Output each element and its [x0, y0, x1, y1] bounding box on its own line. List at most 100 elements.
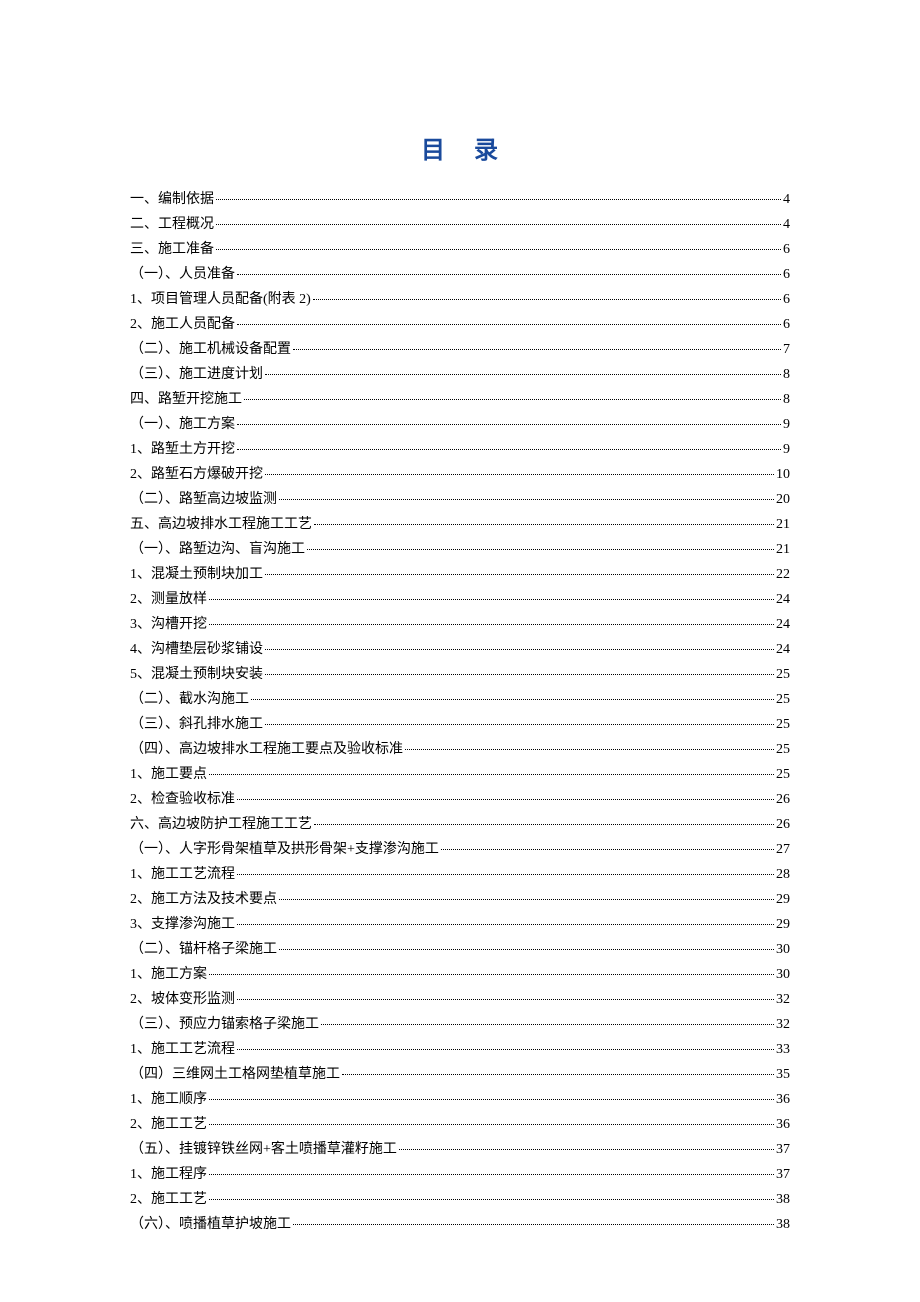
toc-entry-text: （一）、人字形骨架植草及拱形骨架+支撑渗沟施工 — [130, 843, 439, 857]
toc-leader-dots — [237, 274, 781, 275]
toc-leader-dots — [293, 349, 781, 350]
toc-entry: 1、施工顺序 36 — [130, 1093, 790, 1107]
toc-entry: 一、编制依据4 — [130, 193, 790, 207]
toc-leader-dots — [321, 1024, 774, 1025]
toc-entry-page: 36 — [776, 1093, 790, 1107]
toc-leader-dots — [279, 899, 774, 900]
toc-leader-dots — [314, 524, 774, 525]
toc-entry: （一）、施工方案 9 — [130, 418, 790, 432]
table-of-contents: 一、编制依据4二、工程概况4三、施工准备6（一）、人员准备61、项目管理人员配备… — [130, 193, 790, 1232]
toc-leader-dots — [279, 499, 774, 500]
toc-entry-text: 1、施工方案 — [130, 968, 207, 982]
toc-leader-dots — [216, 249, 781, 250]
toc-entry: （三）、斜孔排水施工25 — [130, 718, 790, 732]
toc-leader-dots — [216, 199, 781, 200]
toc-entry-text: （二）、路堑高边坡监测 — [130, 493, 277, 507]
toc-entry-page: 4 — [783, 193, 790, 207]
toc-entry-page: 33 — [776, 1043, 790, 1057]
toc-entry-page: 24 — [776, 593, 790, 607]
toc-entry-text: 3、沟槽开挖 — [130, 618, 207, 632]
toc-entry-text: 2、施工方法及技术要点 — [130, 893, 277, 907]
toc-leader-dots — [251, 699, 774, 700]
toc-entry-page: 28 — [776, 868, 790, 882]
toc-entry: 二、工程概况4 — [130, 218, 790, 232]
toc-entry-text: （二）、截水沟施工 — [130, 693, 249, 707]
toc-entry-page: 25 — [776, 743, 790, 757]
toc-entry-text: 2、坡体变形监测 — [130, 993, 235, 1007]
toc-leader-dots — [279, 949, 774, 950]
toc-entry-page: 9 — [783, 418, 790, 432]
toc-entry-text: 1、施工顺序 — [130, 1093, 207, 1107]
toc-entry-page: 30 — [776, 943, 790, 957]
toc-entry: （二）、锚杆格子梁施工 30 — [130, 943, 790, 957]
toc-entry-text: 1、混凝土预制块加工 — [130, 568, 263, 582]
toc-entry: （一）、人字形骨架植草及拱形骨架+支撑渗沟施工27 — [130, 843, 790, 857]
toc-entry-text: 2、施工工艺 — [130, 1118, 207, 1132]
toc-entry-page: 22 — [776, 568, 790, 582]
toc-entry-text: （三）、施工进度计划 — [130, 368, 263, 382]
toc-leader-dots — [265, 674, 774, 675]
toc-leader-dots — [209, 599, 774, 600]
toc-entry-text: （五）、挂镀锌铁丝网+客土喷播草灌籽施工 — [130, 1143, 397, 1157]
toc-entry: 2、施工人员配备6 — [130, 318, 790, 332]
toc-leader-dots — [237, 449, 781, 450]
toc-entry-page: 37 — [776, 1168, 790, 1182]
toc-entry: 2、坡体变形监测 32 — [130, 993, 790, 1007]
toc-entry-text: 三、施工准备 — [130, 243, 214, 257]
toc-entry-page: 29 — [776, 893, 790, 907]
toc-leader-dots — [237, 874, 774, 875]
toc-entry-text: （一）、人员准备 — [130, 268, 235, 282]
toc-entry-page: 10 — [776, 468, 790, 482]
toc-entry: 2、施工方法及技术要点 29 — [130, 893, 790, 907]
toc-entry-page: 36 — [776, 1118, 790, 1132]
toc-entry: 1、混凝土预制块加工 22 — [130, 568, 790, 582]
toc-entry-page: 21 — [776, 518, 790, 532]
toc-entry-page: 32 — [776, 993, 790, 1007]
toc-leader-dots — [209, 624, 774, 625]
toc-leader-dots — [237, 999, 774, 1000]
toc-entry-text: 1、项目管理人员配备(附表 2) — [130, 293, 311, 307]
toc-entry-text: （二）、锚杆格子梁施工 — [130, 943, 277, 957]
toc-entry-text: 1、路堑土方开挖 — [130, 443, 235, 457]
toc-entry-text: （六）、喷播植草护坡施工 — [130, 1218, 291, 1232]
toc-leader-dots — [265, 374, 781, 375]
toc-leader-dots — [399, 1149, 774, 1150]
toc-entry-page: 6 — [783, 293, 790, 307]
toc-entry: 1、施工工艺流程28 — [130, 868, 790, 882]
toc-leader-dots — [405, 749, 774, 750]
toc-entry-page: 6 — [783, 243, 790, 257]
toc-leader-dots — [293, 1224, 774, 1225]
toc-entry-text: 1、施工工艺流程 — [130, 1043, 235, 1057]
toc-entry-text: （一）、施工方案 — [130, 418, 235, 432]
toc-leader-dots — [314, 824, 774, 825]
toc-entry: （二）、施工机械设备配置7 — [130, 343, 790, 357]
toc-entry-text: 2、测量放样 — [130, 593, 207, 607]
toc-entry: （六）、喷播植草护坡施工38 — [130, 1218, 790, 1232]
toc-entry: （二）、截水沟施工 25 — [130, 693, 790, 707]
toc-entry-page: 32 — [776, 1018, 790, 1032]
toc-entry-page: 26 — [776, 818, 790, 832]
toc-entry: 1、施工程序 37 — [130, 1168, 790, 1182]
toc-leader-dots — [237, 424, 781, 425]
toc-title: 目录 — [130, 130, 790, 165]
toc-entry-text: （二）、施工机械设备配置 — [130, 343, 291, 357]
toc-entry-page: 25 — [776, 693, 790, 707]
toc-leader-dots — [209, 1174, 774, 1175]
toc-entry: （二）、路堑高边坡监测 20 — [130, 493, 790, 507]
toc-entry-text: 5、混凝土预制块安装 — [130, 668, 263, 682]
toc-entry: 1、施工工艺流程 33 — [130, 1043, 790, 1057]
toc-entry: 2、检查验收标准26 — [130, 793, 790, 807]
title-right: 录 — [474, 138, 499, 164]
toc-entry: （三）、预应力锚索格子梁施工32 — [130, 1018, 790, 1032]
toc-entry: 2、施工工艺 36 — [130, 1118, 790, 1132]
toc-leader-dots — [265, 574, 774, 575]
toc-entry: 1、施工要点25 — [130, 768, 790, 782]
toc-leader-dots — [265, 724, 774, 725]
toc-entry: （一）、人员准备6 — [130, 268, 790, 282]
toc-entry: 3、沟槽开挖24 — [130, 618, 790, 632]
toc-entry: 2、测量放样 24 — [130, 593, 790, 607]
toc-entry-text: 1、施工程序 — [130, 1168, 207, 1182]
toc-entry-page: 25 — [776, 768, 790, 782]
toc-leader-dots — [265, 649, 774, 650]
toc-entry-page: 20 — [776, 493, 790, 507]
